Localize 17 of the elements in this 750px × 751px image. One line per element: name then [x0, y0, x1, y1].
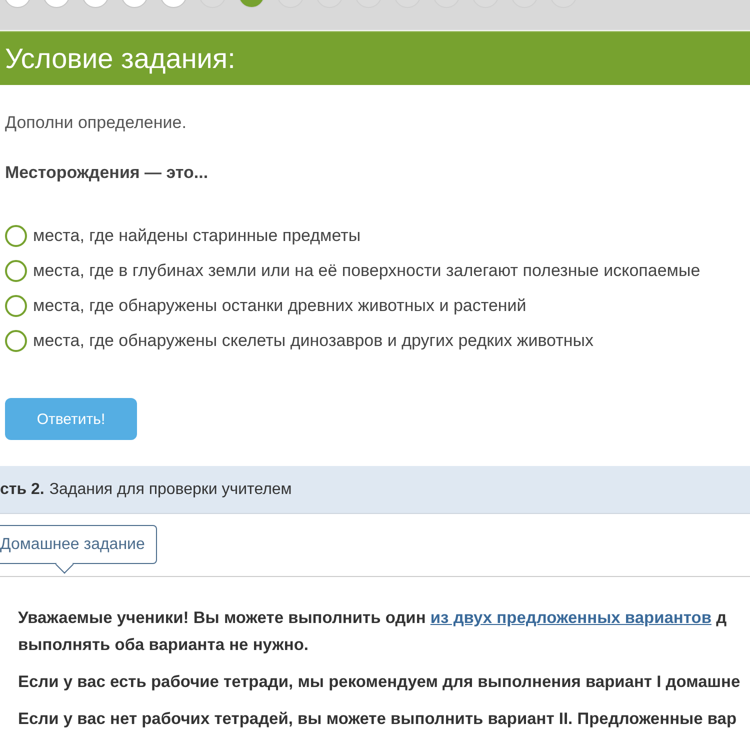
- question-text: Месторождения — это...: [5, 163, 210, 183]
- radio-button[interactable]: [5, 224, 27, 246]
- option-label[interactable]: места, где обнаружены скелеты динозавров и других редких животных: [33, 330, 594, 350]
- option-label[interactable]: места, где обнаружены останки древних животных и растений: [33, 296, 526, 316]
- variants-link[interactable]: из двух предложенных вариантов: [430, 609, 712, 627]
- radio-button[interactable]: [5, 260, 27, 282]
- option-label[interactable]: места, где найдены старинные предметы: [33, 226, 361, 246]
- notice-paragraph: Если у вас есть рабочие тетради, мы рекомендуем для выполнения вариант I домашне: [18, 672, 742, 693]
- option-label[interactable]: места, где в глубинах земли или на её поверхности залегают полезные ископаемые: [33, 260, 700, 280]
- task-header: Условие задания:: [0, 31, 750, 85]
- notice-paragraph: Если у вас нет рабочих тетрадей, вы можете выполнить вариант II. Предложенные вар: [18, 709, 738, 730]
- radio-button[interactable]: [5, 294, 27, 316]
- section-number: сть 2.: [0, 480, 44, 498]
- notice-paragraph: Уважаемые ученики! Вы можете выполнить один из двух предложенных вариантов д выполнять оба варианта не нужно.: [18, 608, 728, 656]
- instruction-text: Дополни определение.: [5, 113, 188, 133]
- section-title: Задания для проверки учителем: [49, 480, 292, 498]
- radio-button[interactable]: [5, 330, 27, 352]
